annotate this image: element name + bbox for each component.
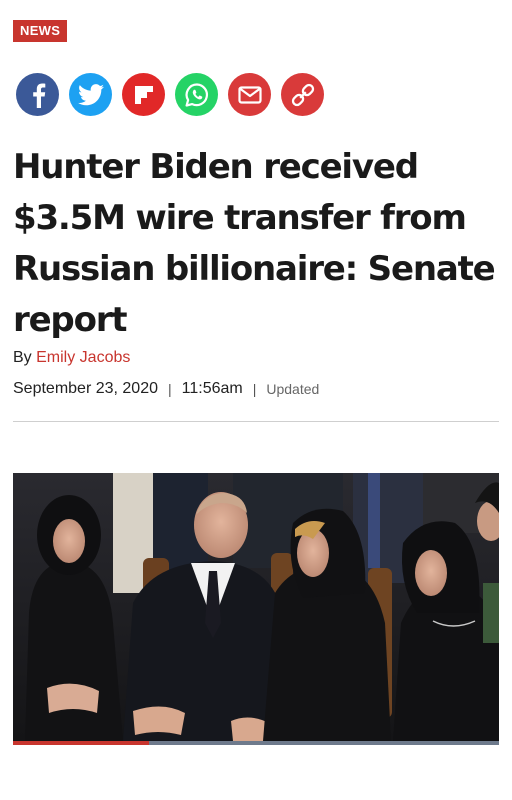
share-bar [16, 73, 324, 116]
whatsapp-icon [185, 82, 208, 107]
updated-toggle[interactable]: Updated [266, 381, 319, 397]
byline-prefix: By [13, 349, 32, 366]
publish-date: September 23, 2020 [13, 380, 158, 397]
copy-link-button[interactable] [281, 73, 324, 116]
flipboard-icon [134, 85, 153, 104]
publish-time: 11:56am [181, 380, 243, 397]
photo-image [13, 473, 499, 741]
progress-fill [13, 741, 150, 745]
meta-separator: | [252, 381, 257, 397]
divider [13, 421, 499, 422]
section-badge[interactable]: NEWS [13, 20, 68, 42]
meta-separator: | [168, 381, 172, 397]
byline: By Emily Jacobs [13, 349, 130, 367]
twitter-icon [77, 83, 104, 105]
article-meta: September 23, 2020 | 11:56am | Updated [13, 380, 319, 398]
author-link[interactable]: Emily Jacobs [36, 349, 130, 366]
media-progress-bar [13, 741, 499, 745]
whatsapp-share-button[interactable] [175, 73, 218, 116]
email-share-button[interactable] [228, 73, 271, 116]
flipboard-share-button[interactable] [122, 73, 165, 116]
link-icon [291, 83, 314, 106]
facebook-share-button[interactable] [16, 73, 59, 116]
envelope-icon [237, 85, 262, 104]
article-headline: Hunter Biden received $3.5M wire transfe… [13, 147, 496, 340]
twitter-share-button[interactable] [69, 73, 112, 116]
facebook-icon [32, 83, 45, 108]
article-photo[interactable] [13, 473, 499, 741]
